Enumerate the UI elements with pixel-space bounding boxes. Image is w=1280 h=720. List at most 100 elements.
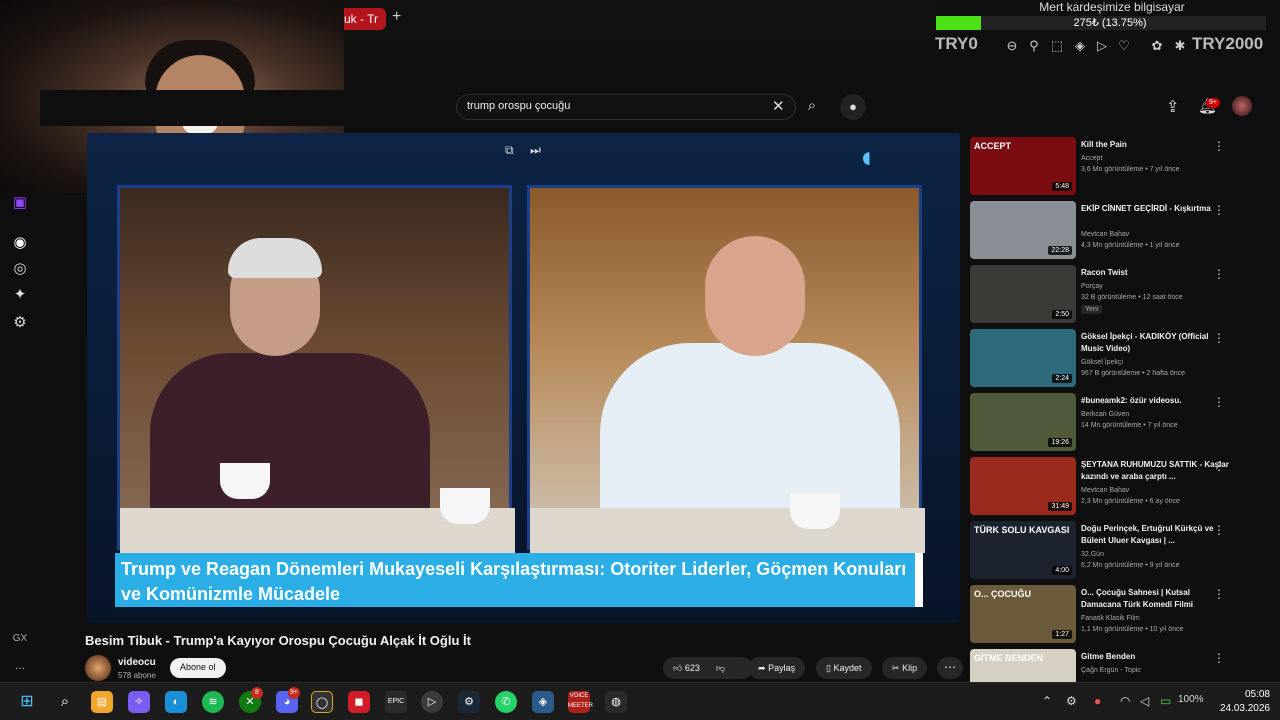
recommendation-title[interactable]: EKİP CİNNET GEÇİRDİ - Kışkırtma (1081, 203, 1231, 215)
steam-tray-icon[interactable]: ⚙ (1066, 694, 1077, 708)
search-icon[interactable]: ⌕ (796, 94, 828, 120)
settings-gear-icon[interactable]: ⚙ (10, 313, 30, 333)
share-button[interactable]: ➦ Paylaş (748, 657, 806, 679)
extensions-icon[interactable]: ✦ (10, 285, 30, 305)
recommendation-item[interactable]: ACCEPT 5:48 Kill the Pain Accept 3,6 Mn görü… (970, 137, 1270, 197)
history-icon[interactable]: ◎ (10, 259, 30, 279)
recommendation-thumbnail[interactable]: 31:49 (970, 457, 1076, 515)
recommendation-channel[interactable]: Mevtcan Bahav (1081, 229, 1231, 240)
next-icon[interactable]: ⏭︎ (530, 143, 541, 158)
recommendation-title[interactable]: O... Çocuğu Sahnesi | Kutsal Damacana Tü… (1081, 587, 1231, 611)
recommendation-title[interactable]: Racon Twist (1081, 267, 1231, 279)
more-options-icon[interactable]: ⋮ (1213, 267, 1225, 281)
recommendation-item[interactable]: 2:24 Göksel İpekçi - KADIKÖY (Official Mu… (970, 329, 1270, 389)
recommendation-title[interactable]: Kill the Pain (1081, 139, 1231, 151)
new-tab-button[interactable]: + (392, 8, 401, 26)
browser-tab-active[interactable]: uk - Tr (344, 8, 386, 30)
twitch-icon[interactable]: ▣ (10, 193, 30, 213)
recommendation-channel[interactable]: Porçay (1081, 281, 1231, 292)
clear-search-icon[interactable]: ✕ (772, 97, 785, 115)
media-player-icon[interactable]: ▷ (421, 691, 443, 713)
recommendation-channel[interactable]: Göksel İpekçi (1081, 357, 1231, 368)
channel-name[interactable]: videocu (118, 657, 156, 668)
gx-label[interactable]: GX (10, 633, 30, 653)
zoom-icon[interactable]: ⊖ (1004, 38, 1020, 54)
recommendation-thumbnail[interactable]: 19:26 (970, 393, 1076, 451)
more-options-icon[interactable]: ⋮ (1213, 331, 1225, 345)
recommendation-channel[interactable]: 32.Gün (1081, 549, 1231, 560)
upload-icon[interactable]: ⇪ (1166, 97, 1179, 117)
wifi-icon[interactable]: ◠ (1120, 694, 1130, 708)
taskbar-clock[interactable]: 05:08 24.03.2026 (1208, 688, 1270, 716)
recommendation-item[interactable]: O... ÇOCUĞU 1:27 O... Çocuğu Sahnesi | Kut… (970, 585, 1270, 645)
shield-icon[interactable]: ◈ (1072, 38, 1088, 54)
screenshot-icon[interactable]: ⬚ (1049, 38, 1065, 54)
opera-gx-icon[interactable]: ◯ (311, 691, 333, 713)
play-icon[interactable]: ▷ (1094, 38, 1110, 54)
subscribe-button[interactable]: Abone ol (170, 658, 226, 678)
tray-chevron-icon[interactable]: ⌃ (1042, 694, 1052, 708)
recommendation-item[interactable]: 2:50 Racon Twist Porçay 32 B görüntüleme • … (970, 265, 1270, 325)
epic-games-icon[interactable]: EPIC (385, 691, 407, 713)
voicemeeter-icon[interactable]: VOICE MEETER (568, 691, 593, 713)
recommendation-item[interactable]: 31:49 ŞEYTANA RUHUMUZU SATTIK - Kaşlar ka… (970, 457, 1270, 517)
extension-icon[interactable]: ✿ (1149, 38, 1165, 54)
more-options-icon[interactable]: ⋮ (1213, 139, 1225, 153)
recorder-icon[interactable]: ◼ (348, 691, 370, 713)
clip-button[interactable]: ✂ Klip (882, 657, 928, 679)
spotify-icon[interactable]: ◉ (10, 233, 30, 253)
recommendation-title[interactable]: Göksel İpekçi - KADIKÖY (Official Music … (1081, 331, 1231, 355)
recommendation-channel[interactable]: Çağn Ergün - Topic (1081, 665, 1231, 676)
battery-icon[interactable]: ▭ (1160, 694, 1171, 708)
recommendation-thumbnail[interactable]: 22:28 (970, 201, 1076, 259)
more-options-icon[interactable]: ⋮ (1213, 523, 1225, 537)
spotify-taskbar-icon[interactable]: ≋ (202, 691, 224, 713)
channel-avatar[interactable] (85, 655, 111, 681)
pin-icon[interactable]: ⚲ (1026, 38, 1042, 54)
recommendation-title[interactable]: #buneamk2: özür videosu. (1081, 395, 1231, 407)
recommendation-thumbnail[interactable]: 2:24 (970, 329, 1076, 387)
edge-icon[interactable]: ◐ (165, 691, 187, 713)
heart-icon[interactable]: ♡ (1116, 38, 1132, 54)
obs-icon[interactable]: ◍ (605, 691, 627, 713)
search-taskbar-icon[interactable]: ⌕ (54, 691, 76, 713)
recommendation-title[interactable]: Gitme Benden (1081, 651, 1231, 663)
settings-icon[interactable]: ✱ (1172, 38, 1188, 54)
start-icon[interactable]: ⊞ (16, 691, 38, 713)
more-options-icon[interactable]: ⋮ (1213, 395, 1225, 409)
recommendation-title[interactable]: ŞEYTANA RUHUMUZU SATTIK - Kaşlar kazındı… (1081, 459, 1231, 483)
search-input[interactable]: trump orospu çocuğu (456, 94, 796, 120)
more-options-icon[interactable]: ⋮ (1213, 203, 1225, 217)
copilot-icon[interactable]: ✧ (128, 691, 150, 713)
thumbs-down-icon[interactable]: 👎︎ (716, 663, 725, 673)
recommendation-channel[interactable]: Fanatik Klasik Film (1081, 613, 1231, 624)
recommendation-item[interactable]: 22:28 EKİP CİNNET GEÇİRDİ - Kışkırtma Mevt… (970, 201, 1270, 261)
network-tool-icon[interactable]: ◈ (532, 691, 554, 713)
more-options-icon[interactable]: ⋮ (1213, 651, 1225, 665)
like-button[interactable]: 👍︎ 623 👎︎ (663, 657, 753, 679)
recommendation-title[interactable]: Doğu Perinçek, Ertuğrul Kürkçü ve Bülent… (1081, 523, 1231, 547)
more-actions-icon[interactable]: ⋯ (937, 657, 963, 679)
whatsapp-icon[interactable]: ✆ (495, 691, 517, 713)
recommendation-channel[interactable]: Berkcan Güven (1081, 409, 1231, 420)
miniplayer-icon[interactable]: ⧉ (505, 143, 514, 158)
recommendation-item[interactable]: 19:26 #buneamk2: özür videosu. Berkcan Güv… (970, 393, 1270, 453)
recommendation-channel[interactable]: Accept (1081, 153, 1231, 164)
more-options-icon[interactable]: ⋮ (1213, 459, 1225, 473)
recommendation-channel[interactable]: Mevtcan Bahav (1081, 485, 1231, 496)
mic-tray-icon[interactable]: ● (1094, 694, 1101, 708)
file-explorer-icon[interactable]: ▤ (91, 691, 113, 713)
save-button[interactable]: ▯ Kaydet (816, 657, 872, 679)
account-avatar[interactable] (1232, 96, 1252, 116)
steam-icon[interactable]: ⚙ (458, 691, 480, 713)
recommendation-thumbnail[interactable]: O... ÇOCUĞU 1:27 (970, 585, 1076, 643)
recommendation-thumbnail[interactable]: 2:50 (970, 265, 1076, 323)
more-options-icon[interactable]: ⋮ (1213, 587, 1225, 601)
sidebar-more-icon[interactable]: ... (10, 658, 30, 678)
recommendation-item[interactable]: TÜRK SOLU KAVGASI 4:00 Doğu Perinçek, Ertu… (970, 521, 1270, 581)
recommendation-thumbnail[interactable]: TÜRK SOLU KAVGASI 4:00 (970, 521, 1076, 579)
microphone-icon[interactable]: ● (840, 94, 866, 120)
video-player[interactable]: Trump ve Reagan Dönemleri Mukayeseli Kar… (87, 133, 960, 623)
volume-icon[interactable]: ◁ (1140, 694, 1149, 708)
recommendation-thumbnail[interactable]: ACCEPT 5:48 (970, 137, 1076, 195)
